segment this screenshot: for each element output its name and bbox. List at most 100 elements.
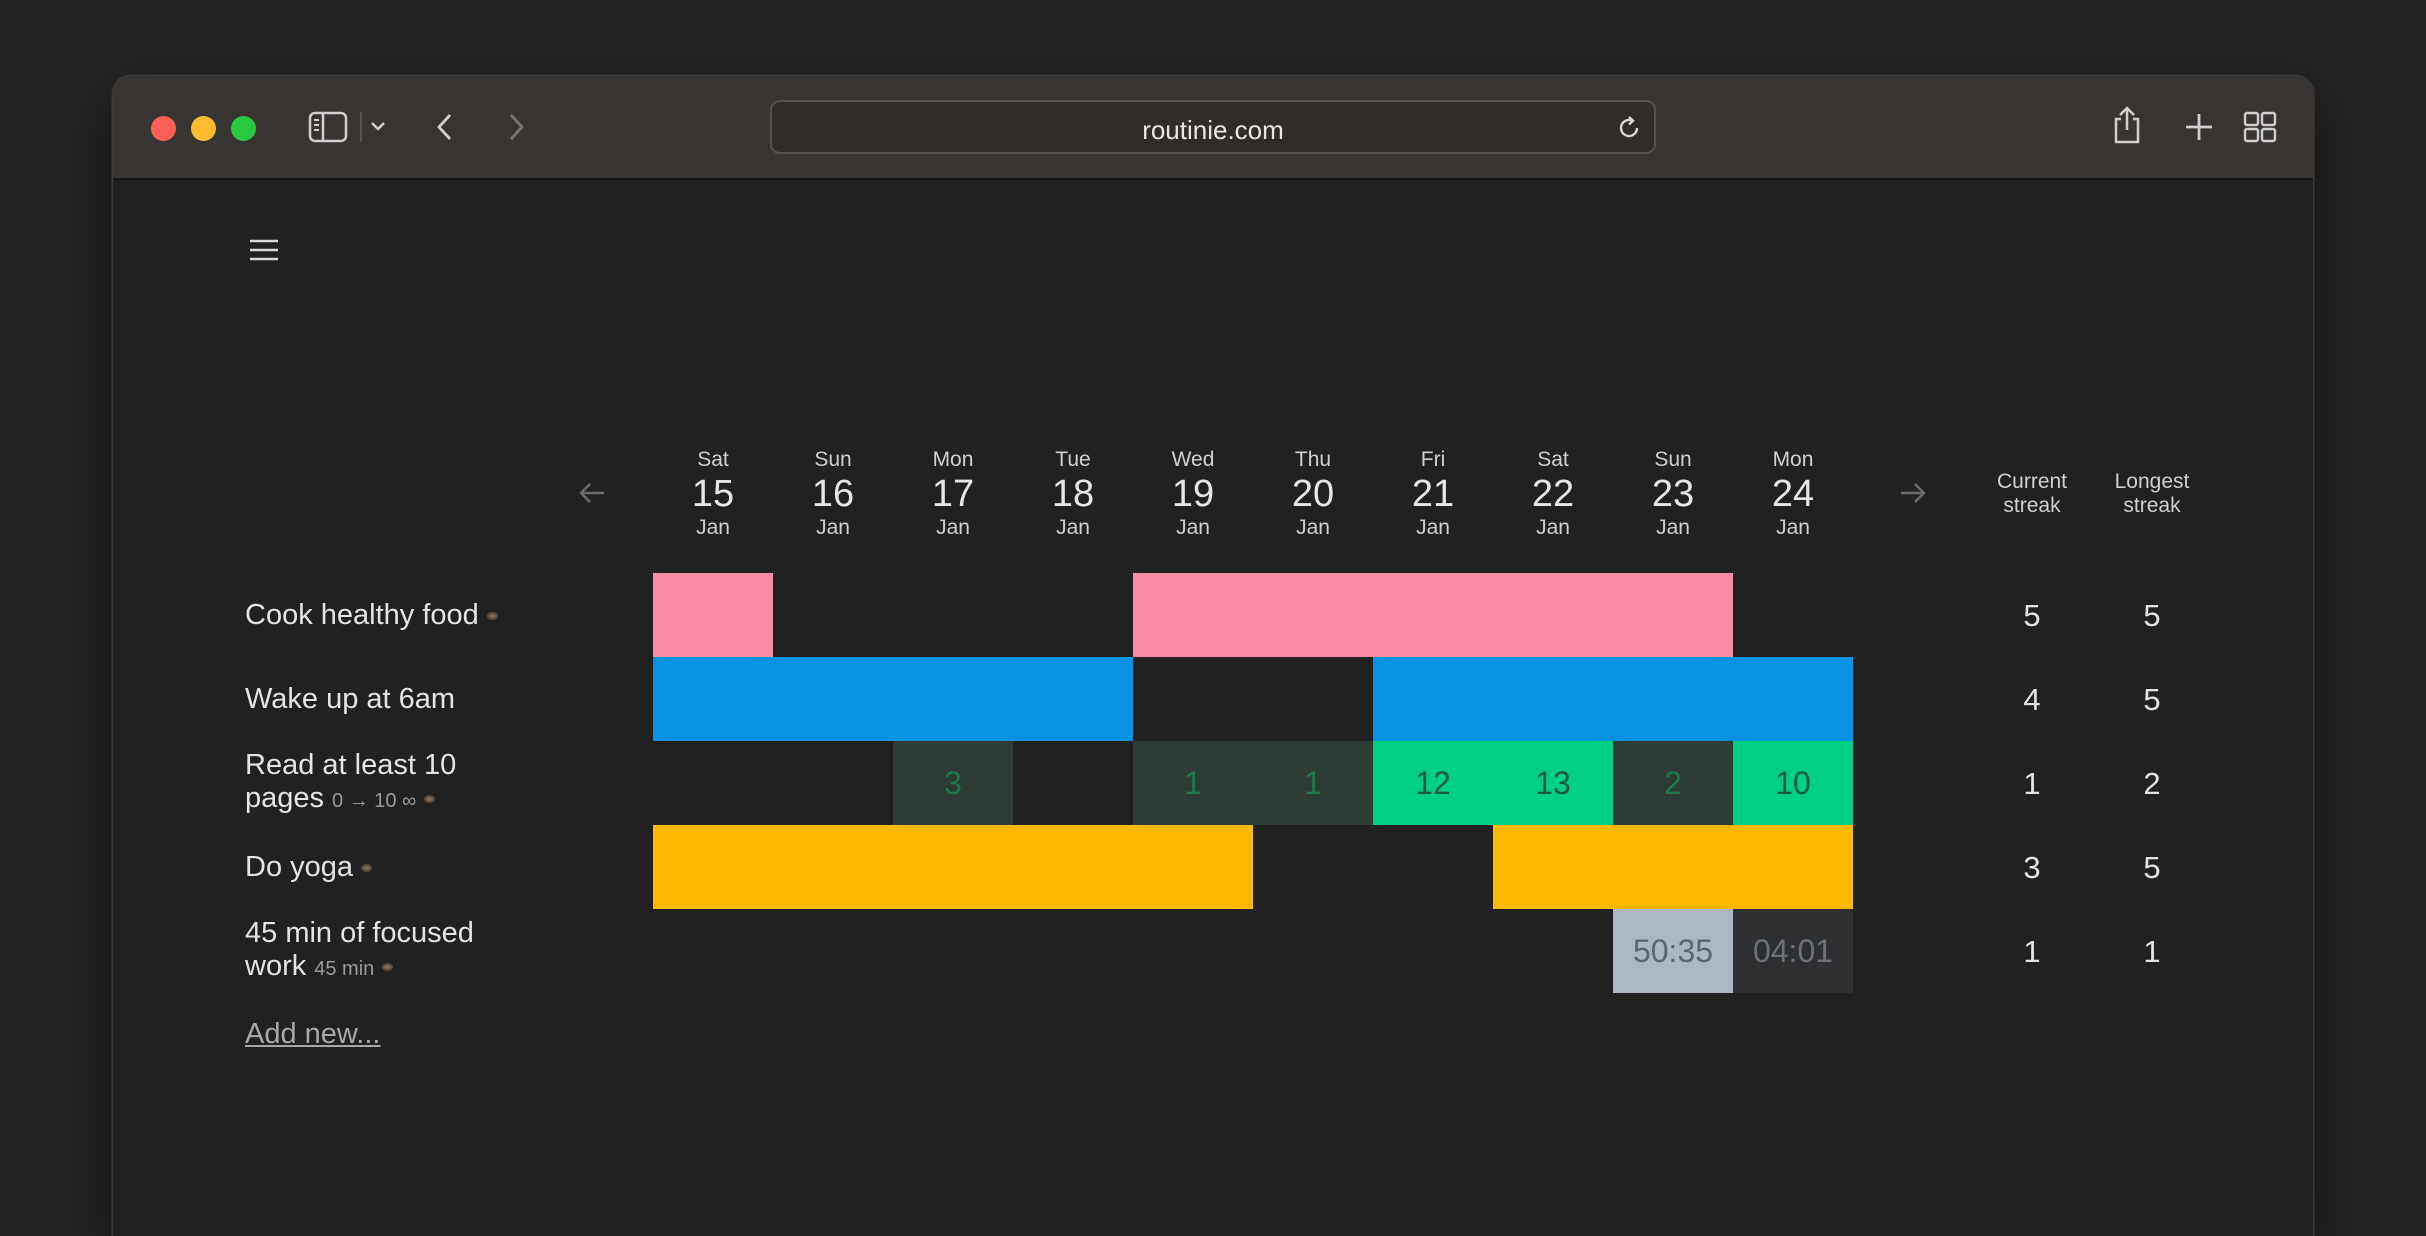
day-header-num: 24 <box>1771 473 1815 515</box>
habit-day-cell[interactable] <box>1133 573 1253 657</box>
habit-status-icon <box>382 963 394 972</box>
habit-name[interactable]: Cook healthy food <box>245 599 505 632</box>
habit-day-cell[interactable]: 3 <box>893 741 1013 825</box>
habit-day-cell[interactable] <box>653 741 773 825</box>
add-new-habit-link[interactable]: Add new... <box>245 1018 380 1051</box>
habit-day-cell[interactable]: 50:35 <box>1613 909 1733 993</box>
habit-day-value: 1 <box>1184 764 1202 801</box>
habit-day-cell[interactable] <box>1013 825 1133 909</box>
habit-day-cell[interactable] <box>1613 573 1733 657</box>
habit-name[interactable]: Wake up at 6am <box>245 683 505 716</box>
next-week-arrow-icon[interactable] <box>1899 481 1927 510</box>
day-header-dow: Sun <box>1654 448 1692 471</box>
longest-streak-value: 5 <box>2143 682 2161 717</box>
habit-day-cell[interactable] <box>773 741 893 825</box>
url-text: routinie.com <box>1142 115 1284 145</box>
reload-icon[interactable] <box>1616 115 1642 146</box>
habit-day-cell[interactable] <box>1013 741 1133 825</box>
new-tab-icon[interactable] <box>2184 112 2214 142</box>
habit-name-text: Cook healthy food <box>245 599 479 631</box>
day-header-mon: Jan <box>1176 516 1210 539</box>
habit-day-cell[interactable] <box>1373 573 1493 657</box>
day-header-num: 15 <box>691 473 735 515</box>
day-header-num: 20 <box>1291 473 1335 515</box>
sidebar-toggle-icon[interactable] <box>308 111 348 143</box>
close-window-button[interactable] <box>151 116 176 141</box>
habit-day-cell[interactable] <box>1493 909 1613 993</box>
minimize-window-button[interactable] <box>191 116 216 141</box>
day-header-dow: Tue <box>1055 448 1091 471</box>
habit-name[interactable]: Do yoga <box>245 851 505 884</box>
habit-day-cell[interactable] <box>773 909 893 993</box>
current-streak-value: 1 <box>2023 934 2041 969</box>
habit-name[interactable]: Read at least 10 pages 0 → 10 ∞ <box>245 749 505 818</box>
habit-day-cell[interactable] <box>1133 825 1253 909</box>
habit-name-text: Wake up at 6am <box>245 683 456 715</box>
habit-day-cell[interactable] <box>1133 657 1253 741</box>
habit-day-cell[interactable] <box>893 573 1013 657</box>
habit-day-cell[interactable] <box>1493 573 1613 657</box>
chevron-down-icon[interactable] <box>370 120 386 132</box>
habit-day-cell[interactable]: 2 <box>1613 741 1733 825</box>
habit-day-cell[interactable] <box>653 825 773 909</box>
habit-day-cell[interactable] <box>1493 657 1613 741</box>
day-header-dow: Mon <box>1772 448 1814 471</box>
habit-day-cell[interactable] <box>1733 657 1853 741</box>
menu-icon[interactable] <box>249 238 279 267</box>
habit-day-cell[interactable] <box>773 573 893 657</box>
habit-status-icon <box>361 864 373 873</box>
habit-day-cell[interactable] <box>653 657 773 741</box>
habit-day-cell[interactable] <box>1013 573 1133 657</box>
habit-day-cell[interactable] <box>773 825 893 909</box>
maximize-window-button[interactable] <box>231 116 256 141</box>
habit-day-cell[interactable] <box>1373 657 1493 741</box>
habit-day-cell[interactable] <box>1733 573 1853 657</box>
habit-day-cell[interactable] <box>893 909 1013 993</box>
day-header: Thu 20 Jan <box>1253 448 1373 540</box>
longest-streak-value: 5 <box>2143 850 2161 885</box>
habit-day-cell[interactable] <box>1253 825 1373 909</box>
habit-day-cell[interactable] <box>1373 825 1493 909</box>
habit-day-cell[interactable]: 12 <box>1373 741 1493 825</box>
habit-day-cell[interactable] <box>653 573 773 657</box>
habit-day-cell[interactable] <box>1133 909 1253 993</box>
longest-streak-value: 5 <box>2143 598 2161 633</box>
habit-day-cell[interactable] <box>1613 657 1733 741</box>
habit-day-cell[interactable]: 1 <box>1253 741 1373 825</box>
habit-day-value: 13 <box>1535 764 1571 801</box>
tab-overview-icon[interactable] <box>2243 111 2277 143</box>
habit-day-cell[interactable] <box>1253 573 1373 657</box>
day-header-num: 23 <box>1651 473 1695 515</box>
habit-day-cell[interactable]: 13 <box>1493 741 1613 825</box>
previous-week-arrow-icon[interactable] <box>578 481 606 510</box>
share-icon[interactable] <box>2111 105 2143 145</box>
habit-day-cell[interactable] <box>893 657 1013 741</box>
day-header-dow: Thu <box>1294 448 1332 471</box>
habit-day-cell[interactable] <box>1373 909 1493 993</box>
back-icon[interactable] <box>435 112 455 142</box>
day-header-mon: Jan <box>1056 516 1090 539</box>
day-header: Sat 15 Jan <box>653 448 773 540</box>
habit-day-cell[interactable] <box>1613 825 1733 909</box>
day-header-num: 21 <box>1411 473 1455 515</box>
habit-day-cell[interactable] <box>1493 825 1613 909</box>
forward-icon[interactable] <box>506 112 526 142</box>
address-bar[interactable]: routinie.com <box>770 100 1656 154</box>
habit-day-cell[interactable] <box>653 909 773 993</box>
habit-day-cell[interactable]: 10 <box>1733 741 1853 825</box>
day-header: Sun 16 Jan <box>773 448 893 540</box>
habit-day-cell[interactable] <box>1013 657 1133 741</box>
day-header-dow: Sat <box>697 448 729 471</box>
habit-day-cell[interactable] <box>1013 909 1133 993</box>
habit-name[interactable]: 45 min of focused work 45 min <box>245 917 505 986</box>
habit-day-cell[interactable] <box>1253 657 1373 741</box>
habit-day-cell[interactable] <box>1253 909 1373 993</box>
habit-day-cell[interactable]: 1 <box>1133 741 1253 825</box>
day-header-num: 22 <box>1531 473 1575 515</box>
habit-day-cell[interactable] <box>773 657 893 741</box>
habit-day-cell[interactable] <box>1733 825 1853 909</box>
current-streak-value: 1 <box>2023 766 2041 801</box>
habit-day-cell[interactable]: 04:01 <box>1733 909 1853 993</box>
habit-day-cell[interactable] <box>893 825 1013 909</box>
day-header-mon: Jan <box>696 516 730 539</box>
